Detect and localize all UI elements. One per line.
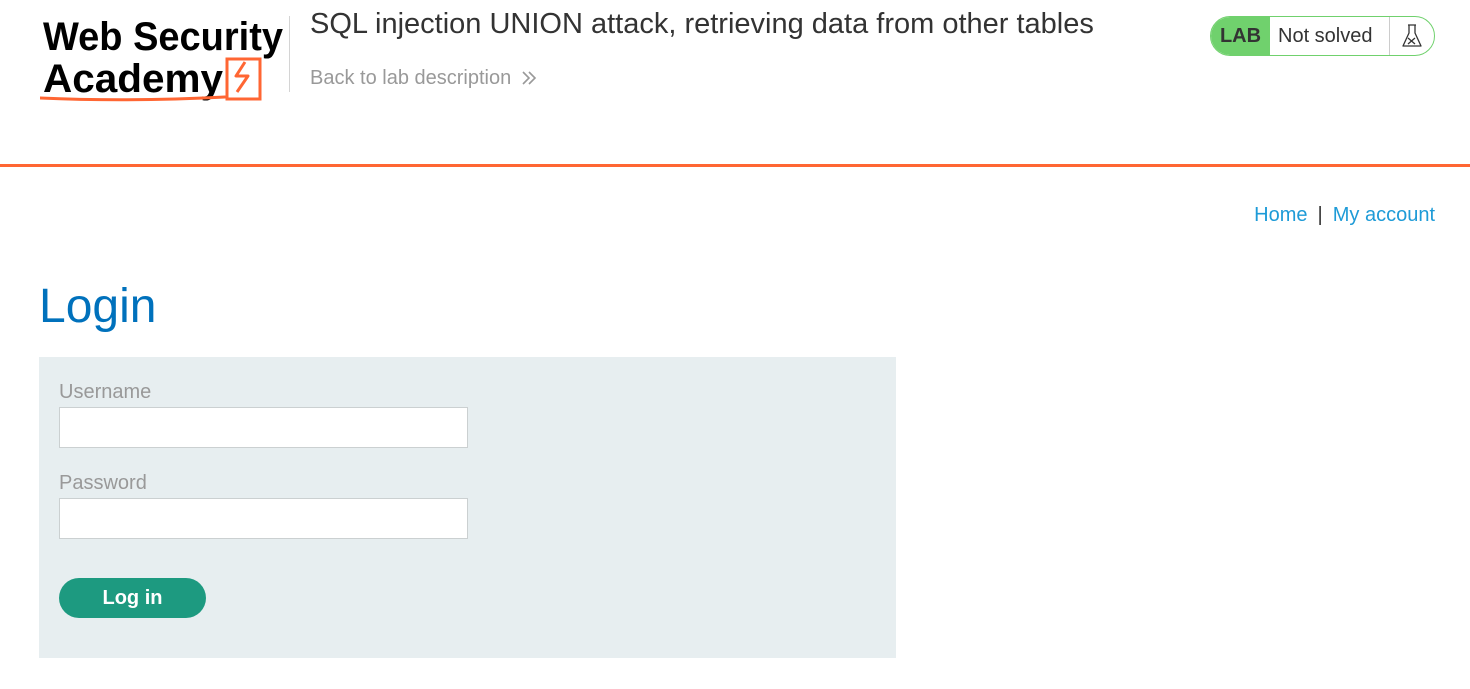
nav-home-link[interactable]: Home <box>1254 204 1307 226</box>
header-accent-rule <box>0 164 1470 167</box>
logo-graphic: Web Security Academy <box>38 15 284 102</box>
lab-status-text: Not solved <box>1270 17 1390 55</box>
nav-separator: | <box>1317 204 1323 226</box>
header-divider <box>289 16 290 92</box>
lab-title: SQL injection UNION attack, retrieving d… <box>310 8 1094 40</box>
svg-text:Web Security: Web Security <box>43 15 284 59</box>
password-label: Password <box>59 472 147 494</box>
password-input[interactable] <box>59 498 468 539</box>
double-chevron-right-icon <box>520 69 538 87</box>
lab-header: Web Security Academy SQL injection UNION… <box>0 0 1470 167</box>
login-form: Username Password Log in <box>39 357 896 658</box>
back-to-lab-description-link[interactable]: Back to lab description <box>310 66 538 90</box>
top-navigation: Home | My account <box>1254 203 1435 227</box>
svg-text:Academy: Academy <box>43 57 224 101</box>
web-security-academy-logo[interactable]: Web Security Academy <box>38 12 290 104</box>
username-input[interactable] <box>59 407 468 448</box>
back-link-label: Back to lab description <box>310 67 512 89</box>
flask-icon <box>1390 17 1434 55</box>
nav-my-account-link[interactable]: My account <box>1333 204 1435 226</box>
username-label: Username <box>59 381 152 403</box>
log-in-button[interactable]: Log in <box>59 578 206 618</box>
lab-status-widget: LAB Not solved <box>1210 16 1435 56</box>
page-title: Login <box>39 280 157 333</box>
lab-badge: LAB <box>1211 17 1270 55</box>
